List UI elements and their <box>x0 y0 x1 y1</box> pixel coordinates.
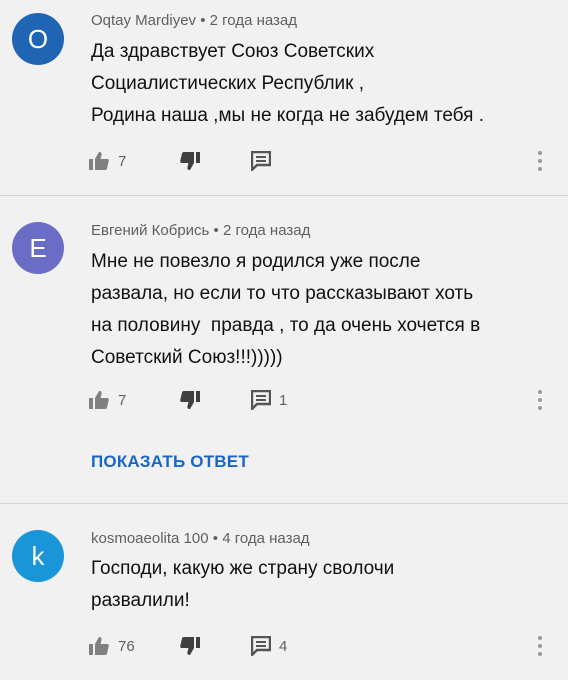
reply-icon <box>251 636 271 656</box>
author-name[interactable]: Евгений Кобрись <box>91 222 209 239</box>
dislike-button[interactable] <box>179 632 201 660</box>
thumb-down-icon <box>180 391 200 409</box>
meta-separator: • <box>212 530 219 547</box>
like-count: 76 <box>118 637 135 655</box>
like-count: 7 <box>118 152 127 170</box>
author-name[interactable]: kosmoaeolita 100 <box>91 530 209 547</box>
avatar-letter: k <box>31 540 45 571</box>
comment-meta: kosmoaeolita 100 • 4 года назад <box>91 530 310 547</box>
avatar[interactable]: O <box>12 13 64 65</box>
reply-button[interactable]: 4 <box>251 632 287 660</box>
comment-meta: Oqtay Mardiyev • 2 года назад <box>91 12 297 29</box>
thumb-up-icon <box>89 152 109 170</box>
more-vert-icon[interactable] <box>536 386 544 414</box>
meta-separator: • <box>213 222 219 239</box>
comment-actions: 7 <box>88 147 558 175</box>
thumb-up-icon <box>89 637 109 655</box>
meta-separator: • <box>200 12 206 29</box>
comment-text: Господи, какую же страну сволочи развали… <box>91 558 395 611</box>
reply-button[interactable]: 1 <box>251 386 287 414</box>
more-vert-icon[interactable] <box>536 147 544 175</box>
avatar[interactable]: k <box>12 530 64 582</box>
dislike-button[interactable] <box>179 147 201 175</box>
reply-icon <box>251 151 271 171</box>
comment-actions: 76 4 <box>88 632 558 660</box>
timestamp[interactable]: 4 года назад <box>222 530 309 547</box>
avatar-letter: E <box>29 232 47 263</box>
timestamp[interactable]: 2 года назад <box>223 222 310 239</box>
reply-icon <box>251 390 271 410</box>
comment-actions: 7 1 <box>88 386 558 414</box>
reply-count: 4 <box>279 637 288 655</box>
avatar[interactable]: E <box>12 222 64 274</box>
reply-button[interactable] <box>251 147 279 175</box>
more-vert-icon[interactable] <box>536 632 544 660</box>
dislike-button[interactable] <box>179 386 201 414</box>
reply-count: 1 <box>279 391 288 409</box>
timestamp[interactable]: 2 года назад <box>210 12 297 29</box>
comment-meta: Евгений Кобрись • 2 года назад <box>91 222 310 239</box>
thumb-down-icon <box>180 152 200 170</box>
comment-text: Мне не повезло я родился уже после разва… <box>91 251 481 368</box>
author-name[interactable]: Oqtay Mardiyev <box>91 12 196 29</box>
like-button[interactable]: 7 <box>88 386 126 414</box>
comment-divider <box>0 195 568 196</box>
like-count: 7 <box>118 391 127 409</box>
thumb-up-icon <box>89 391 109 409</box>
comment-text: Да здравствует Союз Советских Социалисти… <box>91 41 484 126</box>
like-button[interactable]: 7 <box>88 147 126 175</box>
comment-divider <box>0 503 568 504</box>
show-replies-button[interactable]: ПОКАЗАТЬ ОТВЕТ <box>91 452 249 472</box>
thumb-down-icon <box>180 637 200 655</box>
like-button[interactable]: 76 <box>88 632 135 660</box>
avatar-letter: O <box>27 23 49 54</box>
